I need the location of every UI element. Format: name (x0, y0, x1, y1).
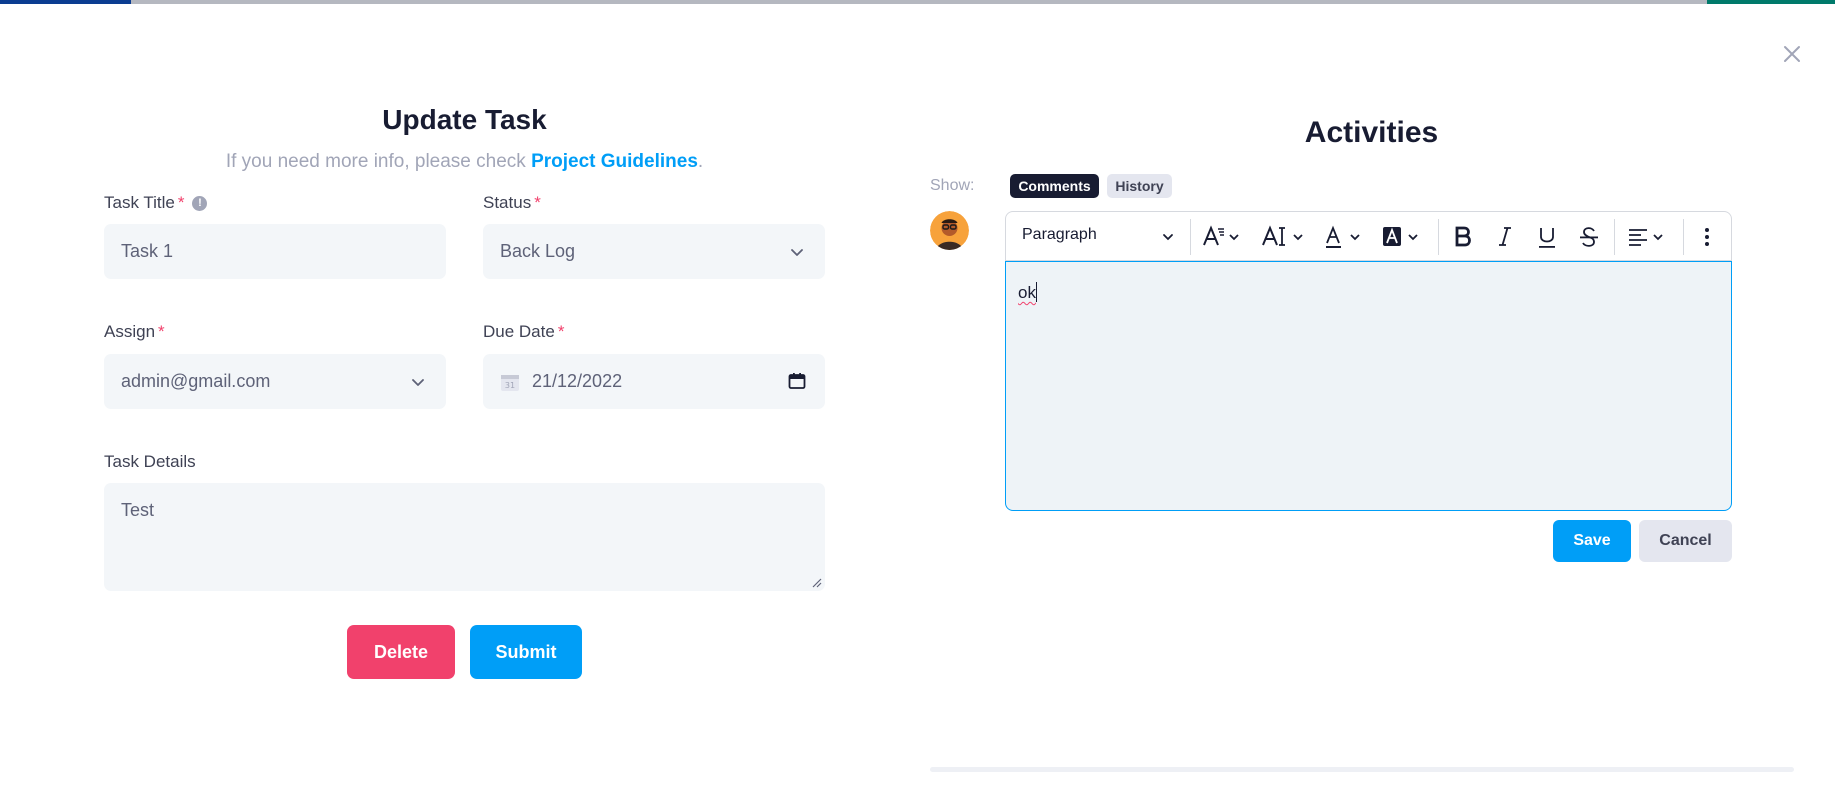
required-mark: * (557, 322, 565, 341)
cancel-button[interactable]: Cancel (1639, 520, 1732, 562)
font-color-icon[interactable] (1324, 223, 1364, 251)
highlight-color-icon[interactable] (1382, 223, 1422, 251)
due-date-label-text: Due Date (483, 322, 555, 341)
submit-button[interactable]: Submit (470, 625, 582, 679)
top-bar-right-segment (1707, 0, 1835, 4)
due-date-value: 21/12/2022 (532, 371, 623, 391)
underline-icon[interactable] (1536, 223, 1558, 251)
svg-text:31: 31 (505, 381, 515, 390)
project-guidelines-link[interactable]: Project Guidelines (531, 151, 698, 172)
due-date-label: Due Date * (483, 322, 564, 342)
close-icon[interactable] (1780, 42, 1804, 66)
align-left-icon[interactable] (1627, 223, 1667, 251)
task-title-input[interactable]: Task 1 (104, 224, 446, 279)
block-style-select[interactable]: Paragraph (1022, 226, 1097, 244)
avatar (930, 211, 969, 250)
info-icon[interactable]: ! (192, 196, 208, 211)
chevron-down-icon (1163, 234, 1173, 241)
toolbar-divider (1190, 219, 1191, 255)
status-label: Status * (483, 193, 541, 213)
assign-label: Assign * (104, 322, 165, 342)
toolbar-divider (1614, 219, 1615, 255)
required-mark: * (158, 322, 165, 341)
delete-button[interactable]: Delete (347, 625, 455, 679)
tab-history[interactable]: History (1107, 174, 1172, 198)
task-details-label: Task Details (104, 452, 196, 471)
form-subtitle: If you need more info, please check Proj… (104, 151, 825, 173)
required-mark: * (177, 193, 185, 212)
more-vertical-icon[interactable] (1703, 223, 1711, 251)
calendar-icon: 31 (501, 374, 519, 391)
strikethrough-icon[interactable] (1578, 223, 1600, 251)
assign-label-text: Assign (104, 322, 156, 341)
top-progress-bar (0, 0, 1835, 4)
line-height-icon[interactable] (1261, 223, 1307, 251)
assign-select[interactable]: admin@gmail.com (104, 354, 446, 409)
activities-title: Activities (1304, 116, 1439, 149)
editor-toolbar: Paragraph (1005, 211, 1732, 261)
subtitle-suffix: . (697, 151, 704, 172)
status-value: Back Log (500, 241, 576, 261)
status-label-text: Status (483, 193, 532, 212)
chevron-down-icon (412, 379, 424, 386)
subtitle-text: If you need more info, please check (225, 151, 532, 172)
toolbar-divider (1438, 219, 1439, 255)
chevron-down-icon (791, 249, 803, 256)
bold-icon[interactable] (1452, 223, 1474, 251)
font-size-icon[interactable] (1202, 223, 1242, 251)
horizontal-scrollbar[interactable] (930, 767, 1794, 772)
comment-text: ok (1018, 283, 1036, 302)
comment-editor[interactable]: ok (1005, 261, 1732, 511)
status-select[interactable]: Back Log (483, 224, 825, 279)
required-mark: * (534, 193, 541, 212)
resize-handle-icon[interactable] (810, 576, 822, 588)
calendar-picker-icon[interactable] (787, 371, 807, 391)
italic-icon[interactable] (1495, 223, 1515, 251)
save-button[interactable]: Save (1553, 520, 1631, 562)
text-caret (1035, 282, 1037, 302)
task-details-value: Test (121, 500, 155, 520)
show-label: Show: (930, 177, 975, 194)
toolbar-divider (1683, 219, 1684, 255)
task-details-textarea[interactable]: Test (104, 483, 825, 591)
task-title-label: Task Title *! (104, 193, 208, 213)
due-date-input[interactable]: 31 21/12/2022 (483, 354, 825, 409)
task-title-value: Task 1 (121, 241, 174, 261)
assign-value: admin@gmail.com (121, 371, 271, 391)
top-bar-left-segment (0, 0, 131, 4)
form-title: Update Task (382, 104, 547, 135)
task-title-label-text: Task Title (104, 193, 175, 212)
tab-comments[interactable]: Comments (1010, 174, 1099, 198)
